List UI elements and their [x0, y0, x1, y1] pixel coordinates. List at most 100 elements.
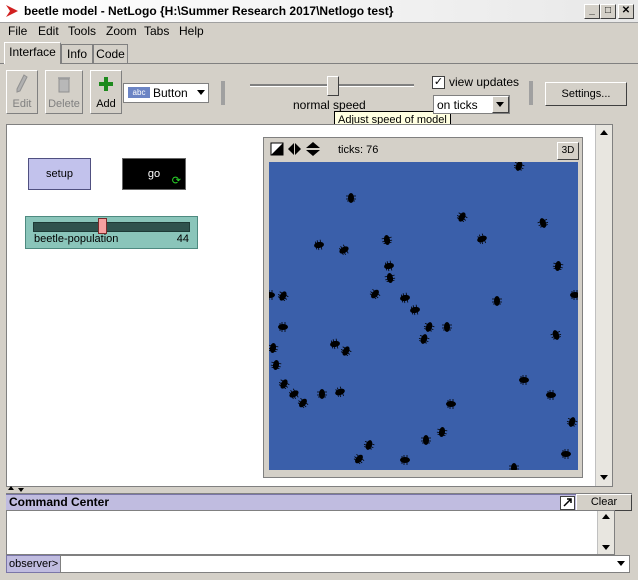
scroll-up-icon[interactable]	[602, 514, 610, 519]
edit-label: Edit	[12, 98, 32, 110]
view-zoom-controls[interactable]	[270, 142, 326, 156]
title-bar[interactable]: beetle model - NetLogo {H:\Summer Resear…	[0, 0, 638, 23]
plus-icon	[99, 77, 113, 91]
beetle	[363, 440, 375, 450]
button-widget-icon: abc	[128, 87, 150, 98]
clear-button[interactable]: Clear	[576, 494, 632, 511]
settings-button[interactable]: Settings...	[545, 82, 627, 106]
beetle	[561, 449, 571, 459]
beetle	[277, 291, 289, 301]
agent-type-selector[interactable]: observer>	[6, 555, 62, 573]
window-title: beetle model - NetLogo {H:\Summer Resear…	[24, 4, 394, 18]
beetle	[317, 389, 327, 399]
menu-help[interactable]: Help	[179, 24, 204, 38]
collapse-up-icon[interactable]	[8, 486, 14, 490]
beetle	[477, 233, 487, 245]
beetle	[570, 290, 578, 300]
chevron-down-icon	[496, 102, 504, 107]
beetle	[314, 239, 324, 251]
beetle	[278, 379, 290, 389]
command-input[interactable]	[60, 555, 630, 573]
history-dropdown-icon[interactable]	[617, 561, 625, 566]
speed-slider-thumb[interactable]	[327, 76, 339, 96]
beetle	[421, 435, 431, 445]
view-updates-label: view updates	[449, 75, 520, 89]
beetle	[513, 162, 525, 171]
scroll-up-icon[interactable]	[600, 130, 608, 135]
slider-thumb[interactable]	[98, 218, 108, 234]
beetle	[492, 296, 502, 306]
update-mode-select[interactable]: on ticks	[433, 95, 510, 114]
turtles-layer	[269, 162, 578, 470]
forever-icon: ⟳	[171, 175, 181, 187]
command-center-title: Command Center	[9, 495, 110, 509]
delete-label: Delete	[48, 98, 80, 110]
beetle	[546, 390, 556, 400]
menu-file[interactable]: File	[8, 24, 27, 38]
ticks-counter: ticks: 76	[338, 144, 379, 156]
splitter[interactable]	[6, 486, 632, 494]
beetle	[269, 343, 279, 353]
beetle	[346, 193, 356, 203]
beetle	[509, 463, 519, 470]
up-down-arrows-icon[interactable]	[306, 142, 320, 156]
trash-icon	[58, 77, 70, 93]
menu-zoom[interactable]: Zoom	[106, 24, 137, 38]
command-center-output[interactable]	[6, 510, 615, 555]
slider-track[interactable]	[33, 222, 190, 232]
netlogo-logo-icon	[6, 5, 18, 17]
beetle	[400, 455, 410, 465]
beetle-population-slider[interactable]: beetle-population 44	[25, 216, 198, 249]
scroll-down-icon[interactable]	[602, 545, 610, 550]
beetle	[269, 290, 275, 300]
expand-icon[interactable]	[560, 496, 575, 510]
beetle	[270, 360, 282, 370]
beetle	[297, 397, 309, 409]
minimize-button[interactable]: _	[584, 4, 600, 19]
beetle	[335, 386, 345, 398]
beetle	[519, 375, 529, 385]
output-scrollbar[interactable]	[597, 511, 614, 554]
update-mode-value: on ticks	[437, 98, 478, 112]
command-center-header: Command Center	[6, 494, 632, 510]
delete-button[interactable]: Delete	[45, 70, 83, 114]
menu-tabs[interactable]: Tabs	[144, 24, 169, 38]
menu-tools[interactable]: Tools	[68, 24, 96, 38]
collapse-down-icon[interactable]	[18, 488, 24, 492]
maximize-button[interactable]: □	[600, 4, 616, 19]
dropdown-button[interactable]	[492, 96, 509, 113]
go-label: go	[147, 168, 161, 180]
speed-label: normal speed	[293, 98, 366, 112]
close-button[interactable]: ✕	[618, 4, 634, 19]
tab-interface[interactable]: Interface	[4, 42, 61, 64]
beetle	[550, 330, 562, 340]
beetle	[400, 292, 410, 304]
world-patches[interactable]	[269, 162, 578, 470]
toolbar-divider	[529, 81, 533, 105]
interface-vertical-scrollbar[interactable]	[595, 125, 612, 486]
tab-info[interactable]: Info	[61, 44, 93, 63]
beetle	[552, 261, 564, 271]
beetle	[436, 427, 448, 437]
scroll-down-icon[interactable]	[600, 475, 608, 480]
pencil-icon	[16, 74, 28, 93]
zoom-fit-icon[interactable]	[270, 142, 284, 156]
beetle	[369, 288, 381, 300]
menu-edit[interactable]: Edit	[38, 24, 59, 38]
beetle	[289, 388, 299, 400]
edit-button[interactable]: Edit	[6, 70, 38, 114]
beetle	[278, 322, 288, 332]
beetle	[339, 244, 349, 256]
3d-view-button[interactable]: 3D	[557, 142, 579, 160]
beetle	[423, 322, 435, 332]
go-button[interactable]: go ⟳	[122, 158, 186, 190]
widget-type-select[interactable]: abc Button	[123, 83, 209, 103]
beetle	[381, 235, 393, 245]
view-updates-checkbox[interactable]: ✓	[432, 76, 445, 89]
tab-code[interactable]: Code	[93, 44, 128, 63]
add-button[interactable]: Add	[90, 70, 122, 114]
beetle	[442, 322, 452, 332]
setup-button[interactable]: setup	[28, 158, 91, 190]
left-right-arrows-icon[interactable]	[288, 143, 301, 155]
beetle	[330, 338, 340, 350]
